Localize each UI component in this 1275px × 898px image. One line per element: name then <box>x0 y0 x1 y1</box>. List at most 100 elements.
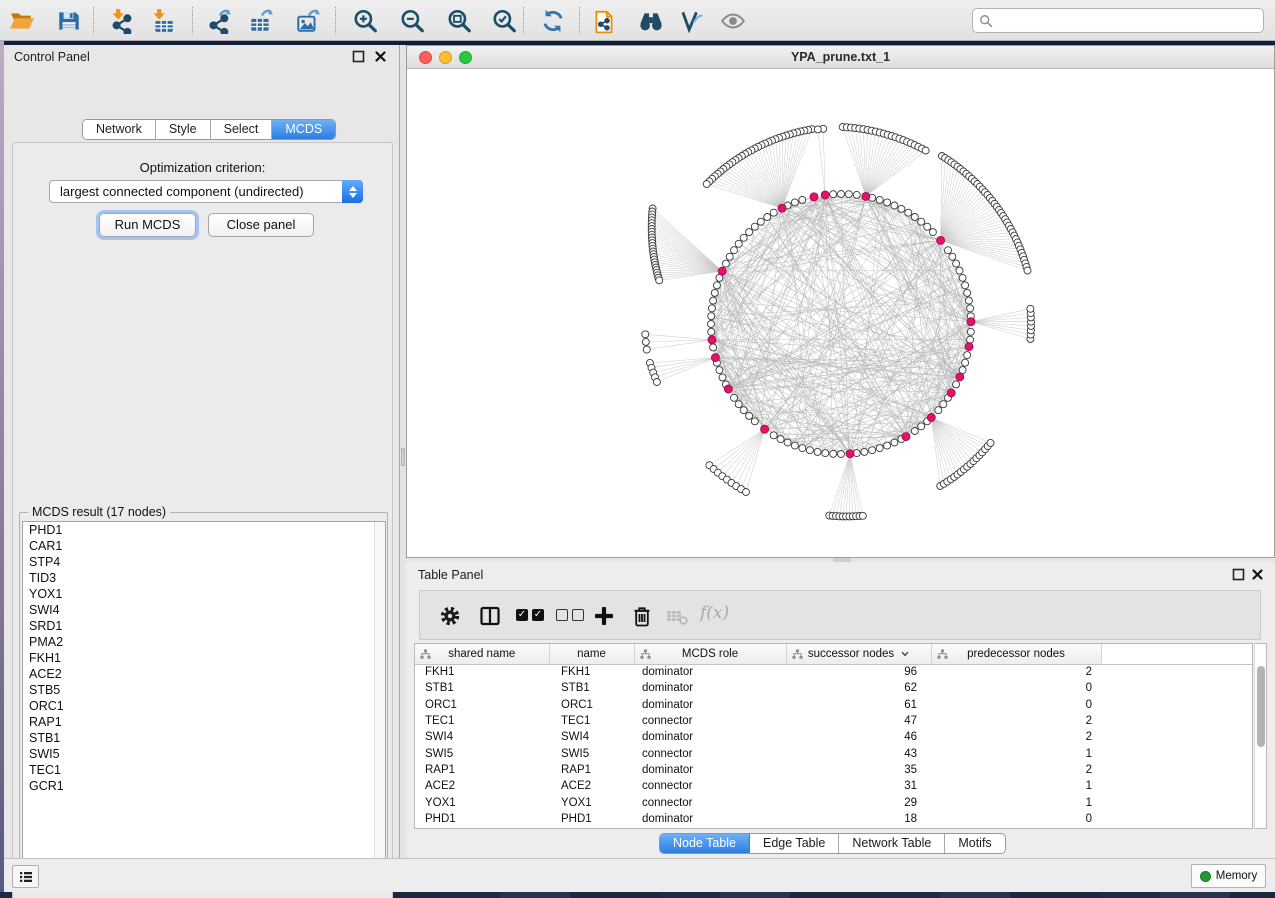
graph-node[interactable] <box>713 282 720 289</box>
graph-node[interactable] <box>770 432 777 439</box>
table-settings-icon[interactable] <box>438 604 462 628</box>
graph-node[interactable] <box>726 253 733 260</box>
graph-leaf-node[interactable] <box>656 277 663 284</box>
graph-mcds-node[interactable] <box>718 267 726 275</box>
graph-node[interactable] <box>884 442 891 449</box>
table-row[interactable]: SWI5SWI5connector431 <box>415 745 1252 761</box>
memory-button[interactable]: Memory <box>1191 864 1266 888</box>
graph-node[interactable] <box>731 247 738 254</box>
graph-node[interactable] <box>746 229 753 236</box>
graph-node[interactable] <box>770 209 777 216</box>
table-tab-edge-table[interactable]: Edge Table <box>750 834 839 853</box>
export-network-icon[interactable] <box>207 8 233 34</box>
graph-leaf-node[interactable] <box>703 181 710 188</box>
table-row[interactable]: PHD1PHD1dominator180 <box>415 811 1252 827</box>
table-row[interactable]: YOX1YOX1connector291 <box>415 794 1252 810</box>
zoom-selected-icon[interactable] <box>491 8 517 34</box>
delete-row-icon[interactable] <box>630 604 654 628</box>
graph-mcds-node[interactable] <box>937 236 945 244</box>
mcds-result-item[interactable]: CAR1 <box>23 538 385 554</box>
graph-mcds-node[interactable] <box>965 343 973 351</box>
graph-node[interactable] <box>830 450 837 457</box>
table-row[interactable]: ORC1ORC1dominator610 <box>415 697 1252 713</box>
select-all-icon[interactable]: ✓✓ <box>516 609 544 621</box>
table-row[interactable]: FKH1FKH1dominator962 <box>415 664 1252 680</box>
mcds-result-item[interactable]: PHD1 <box>23 522 385 538</box>
graph-node[interactable] <box>967 305 974 312</box>
graph-node[interactable] <box>876 196 883 203</box>
graph-node[interactable] <box>708 313 715 320</box>
graph-node[interactable] <box>949 253 956 260</box>
graph-mcds-node[interactable] <box>761 425 769 433</box>
graph-node[interactable] <box>746 412 753 419</box>
graph-node[interactable] <box>735 240 742 247</box>
table-row[interactable]: ACE2ACE2connector311 <box>415 778 1252 794</box>
mcds-list-scrollbar[interactable] <box>374 522 385 882</box>
graph-node[interactable] <box>708 321 715 328</box>
tab-mcds[interactable]: MCDS <box>272 120 335 139</box>
graph-node[interactable] <box>967 328 974 335</box>
graph-node[interactable] <box>838 191 845 198</box>
table-tab-motifs[interactable]: Motifs <box>945 834 1004 853</box>
graph-node[interactable] <box>965 297 972 304</box>
graph-node[interactable] <box>945 247 952 254</box>
tab-select[interactable]: Select <box>211 120 273 139</box>
graph-mcds-node[interactable] <box>810 193 818 201</box>
export-image-icon[interactable] <box>295 8 321 34</box>
graph-node[interactable] <box>953 381 960 388</box>
graph-mcds-node[interactable] <box>956 373 964 381</box>
graph-mcds-node[interactable] <box>821 191 829 199</box>
graph-leaf-node[interactable] <box>642 338 649 345</box>
graph-node[interactable] <box>964 352 971 359</box>
graph-node[interactable] <box>722 260 729 267</box>
graph-node[interactable] <box>784 439 791 446</box>
graph-node[interactable] <box>959 274 966 281</box>
graph-node[interactable] <box>962 359 969 366</box>
graph-node[interactable] <box>918 218 925 225</box>
graph-node[interactable] <box>708 305 715 312</box>
import-table-icon[interactable] <box>150 8 176 34</box>
graph-node[interactable] <box>740 234 747 241</box>
close-panel-button[interactable]: Close panel <box>208 213 314 237</box>
graph-node[interactable] <box>751 223 758 230</box>
graph-mcds-node[interactable] <box>947 389 955 397</box>
mcds-result-item[interactable]: ACE2 <box>23 666 385 682</box>
tab-style[interactable]: Style <box>156 120 211 139</box>
graph-node[interactable] <box>822 450 829 457</box>
column-header-MCDS-role[interactable]: MCDS role <box>634 644 786 664</box>
network-document-icon[interactable] <box>591 8 617 34</box>
mcds-result-item[interactable]: SWI4 <box>23 602 385 618</box>
table-scrollbar[interactable] <box>1254 643 1267 829</box>
mcds-result-item[interactable]: PMA2 <box>23 634 385 650</box>
graph-node[interactable] <box>757 218 764 225</box>
graph-node[interactable] <box>740 407 747 414</box>
search-input[interactable] <box>993 11 1263 31</box>
search-network-binoculars-icon[interactable] <box>638 8 664 34</box>
graph-leaf-node[interactable] <box>922 147 929 154</box>
graph-leaf-node[interactable] <box>643 346 650 353</box>
mcds-result-item[interactable]: RAP1 <box>23 714 385 730</box>
style-tool-icon[interactable] <box>678 8 704 34</box>
search-box[interactable] <box>972 8 1264 33</box>
graph-mcds-node[interactable] <box>708 336 716 344</box>
graph-node[interactable] <box>940 401 947 408</box>
task-history-button[interactable] <box>12 865 39 888</box>
graph-leaf-node[interactable] <box>859 512 866 519</box>
graph-node[interactable] <box>891 202 898 209</box>
mcds-result-item[interactable]: YOX1 <box>23 586 385 602</box>
table-tab-network-table[interactable]: Network Table <box>839 834 945 853</box>
graph-mcds-node[interactable] <box>846 450 854 458</box>
graph-node[interactable] <box>905 209 912 216</box>
graph-mcds-node[interactable] <box>927 414 935 422</box>
mcds-result-item[interactable]: SWI5 <box>23 746 385 762</box>
graph-mcds-node[interactable] <box>778 204 786 212</box>
graph-node[interactable] <box>806 447 813 454</box>
graph-node[interactable] <box>799 445 806 452</box>
export-table-icon[interactable] <box>248 8 274 34</box>
table-scrollbar-thumb[interactable] <box>1257 666 1265 747</box>
graph-node[interactable] <box>845 191 852 198</box>
graph-node[interactable] <box>799 196 806 203</box>
graph-leaf-node[interactable] <box>1027 305 1034 312</box>
mcds-result-item[interactable]: GCR1 <box>23 778 385 794</box>
graph-leaf-node[interactable] <box>1024 267 1031 274</box>
